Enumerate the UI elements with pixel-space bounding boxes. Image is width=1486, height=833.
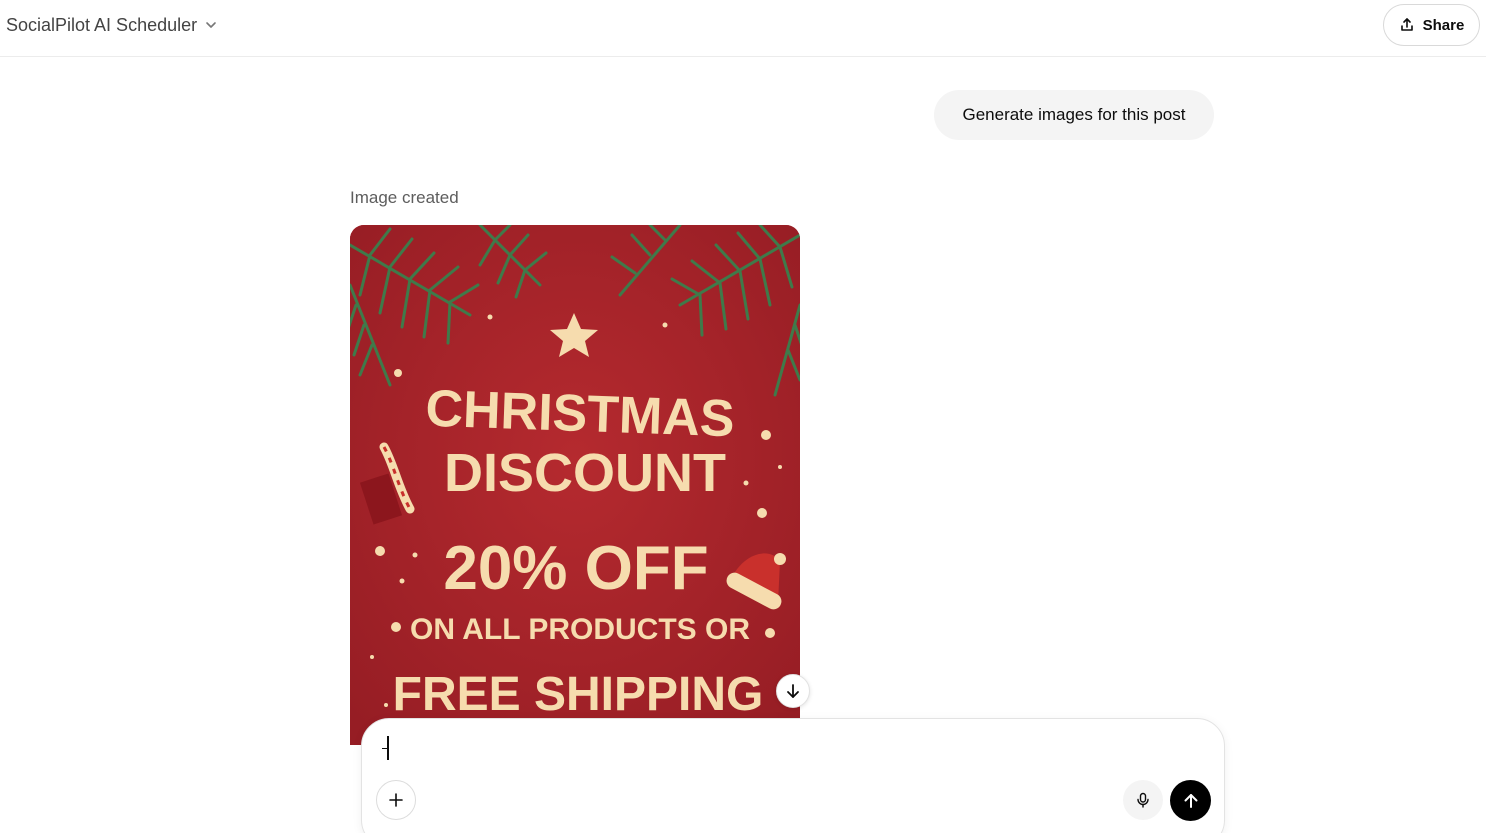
- attach-button[interactable]: [376, 780, 416, 820]
- microphone-icon: [1137, 792, 1149, 808]
- share-button[interactable]: Share: [1383, 4, 1480, 46]
- generated-image[interactable]: CHRISTMAS DISCOUNT 20% OFF ON ALL PRODUC…: [350, 225, 800, 745]
- poster-line-1: CHRISTMAS: [425, 380, 736, 449]
- christmas-discount-poster: CHRISTMAS DISCOUNT 20% OFF ON ALL PRODUC…: [350, 225, 800, 745]
- arrow-down-icon: [787, 684, 799, 698]
- poster-line-2: DISCOUNT: [444, 443, 726, 503]
- share-label: Share: [1422, 16, 1465, 34]
- image-status-caption: Image created: [350, 188, 459, 207]
- message-composer: [361, 718, 1225, 833]
- top-bar: SocialPilot AI Scheduler Share: [0, 0, 1486, 57]
- user-message-text: Generate images for this post: [962, 105, 1186, 124]
- scroll-to-bottom-button[interactable]: [776, 674, 810, 708]
- prompt-input[interactable]: [382, 735, 1202, 765]
- share-upload-icon: [1400, 18, 1413, 31]
- chevron-down-icon: [206, 22, 216, 28]
- model-title: SocialPilot AI Scheduler: [6, 14, 198, 35]
- text-caret-tick: [382, 748, 388, 749]
- poster-line-5: FREE SHIPPING: [393, 668, 764, 721]
- send-button[interactable]: [1170, 780, 1211, 821]
- plus-icon: [389, 793, 403, 807]
- poster-line-3: 20% OFF: [443, 534, 708, 603]
- poster-line-4: ON ALL PRODUCTS OR: [410, 613, 750, 646]
- user-message-bubble: Generate images for this post: [934, 90, 1214, 140]
- voice-input-button[interactable]: [1123, 780, 1163, 820]
- arrow-up-icon: [1184, 793, 1197, 808]
- model-selector[interactable]: SocialPilot AI Scheduler: [6, 12, 219, 38]
